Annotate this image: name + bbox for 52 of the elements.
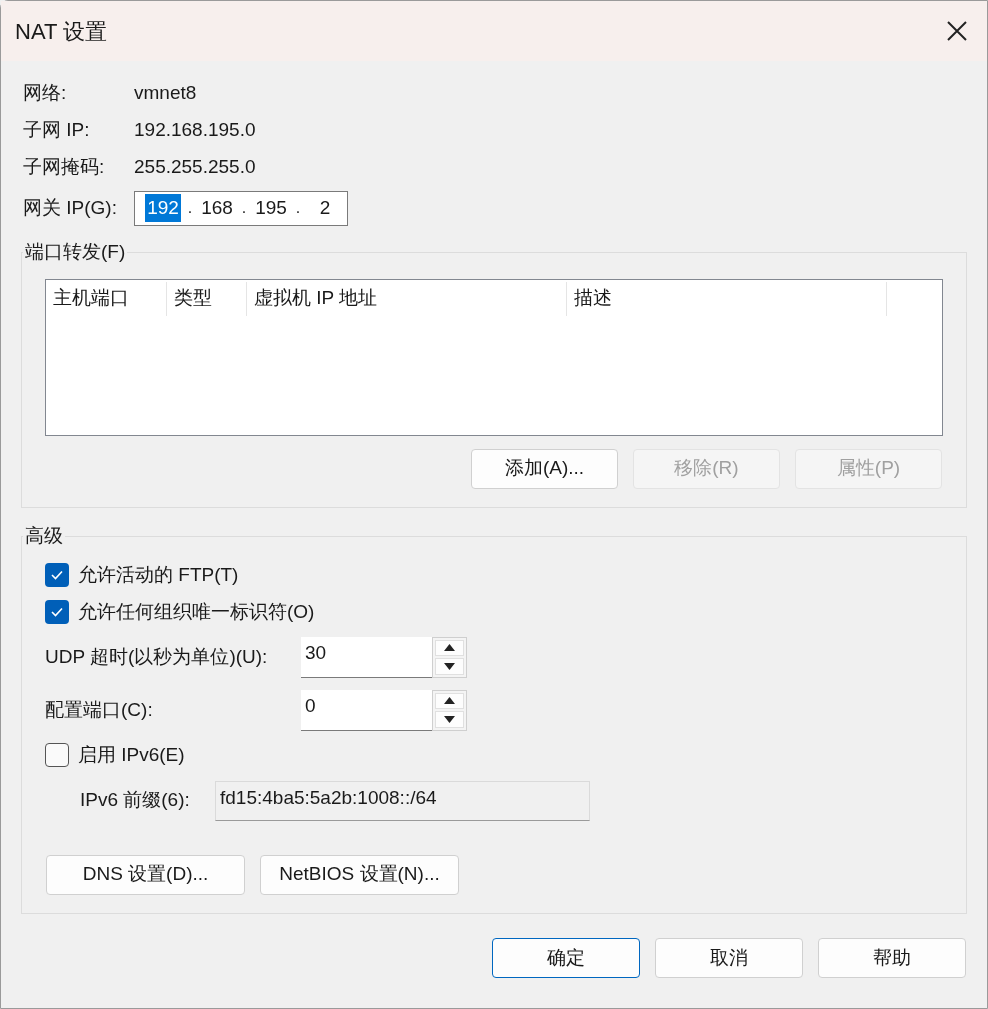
spin-up-button[interactable] (435, 692, 464, 709)
group-title: 端口转发(F) (24, 240, 127, 264)
field-value: 255.255.255.0 (134, 155, 256, 180)
spin-down-button[interactable] (435, 658, 464, 675)
down-arrow-icon (444, 715, 455, 723)
column-header[interactable]: 虚拟机 IP 地址 (254, 284, 378, 313)
octet-separator: . (240, 198, 248, 218)
dialog-button[interactable]: DNS 设置(D)... (46, 854, 245, 895)
readonly-field: fd15:4ba5:5a2b:1008::/64 (215, 780, 590, 821)
checkbox[interactable] (45, 563, 69, 587)
field-value: 192.168.195.0 (134, 118, 256, 143)
checkbox-label: 允许活动的 FTP(T) (78, 562, 239, 587)
group-title: 高级 (24, 524, 64, 548)
dialog-button[interactable]: 添加(A)... (471, 448, 618, 489)
octet-text: 2 (318, 195, 332, 220)
checkbox-label: 允许任何组织唯一标识符(O) (78, 599, 315, 624)
octet-text: 168 (200, 195, 234, 220)
checkmark-icon (50, 606, 64, 618)
spin-up-button[interactable] (435, 639, 464, 656)
field-label: 配置端口(C): (45, 697, 154, 722)
port-forwarding-list[interactable]: 主机端口 类型 虚拟机 IP 地址 描述 (45, 278, 943, 436)
dialog-button[interactable]: 取消 (655, 938, 803, 978)
up-arrow-icon (444, 697, 455, 705)
spin-down-button[interactable] (435, 711, 464, 728)
field-label: 子网掩码: (22, 155, 106, 180)
field-label: IPv6 前缀(6): (80, 788, 191, 813)
dialog-button[interactable]: NetBIOS 设置(N)... (260, 854, 459, 895)
octet-text: 195 (254, 195, 288, 220)
octet-separator: . (294, 198, 302, 218)
dialog-button[interactable]: 确定 (492, 938, 640, 978)
close-icon (946, 20, 968, 42)
column-header[interactable]: 描述 (574, 284, 612, 313)
checkbox[interactable] (45, 743, 69, 767)
ip-address-field[interactable]: 192 . 168 . 195 . 2 (134, 190, 348, 226)
checkmark-icon (50, 569, 64, 581)
field-value: vmnet8 (134, 81, 197, 106)
column-header[interactable]: 主机端口 (53, 284, 129, 313)
field-label: 网络: (22, 81, 68, 106)
window-title: NAT 设置 (15, 17, 108, 46)
down-arrow-icon (444, 662, 455, 670)
field-label: 子网 IP: (22, 118, 91, 143)
column-header[interactable]: 类型 (174, 284, 212, 313)
octet-text: 192 (145, 193, 181, 223)
up-arrow-icon (444, 644, 455, 652)
octet-separator: . (186, 198, 194, 218)
number-field[interactable]: 0 (301, 689, 432, 731)
checkbox[interactable] (45, 600, 69, 624)
dialog-button[interactable]: 帮助 (818, 938, 966, 978)
field-label: 网关 IP(G): (22, 195, 118, 220)
number-field[interactable]: 30 (301, 636, 432, 678)
field-label: UDP 超时(以秒为单位)(U): (45, 644, 269, 669)
checkbox-label: 启用 IPv6(E) (78, 742, 185, 767)
